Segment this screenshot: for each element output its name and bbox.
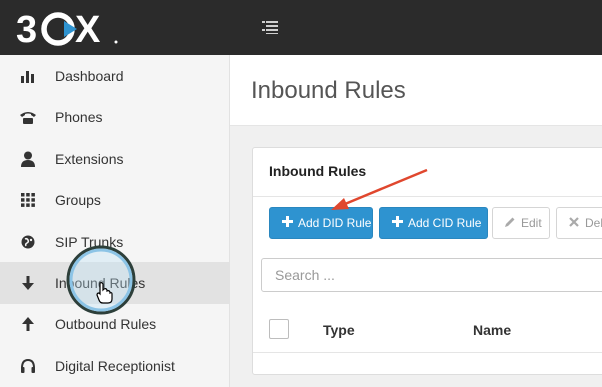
plus-icon	[280, 216, 294, 230]
delete-button[interactable]: Dele	[556, 207, 602, 239]
add-did-rule-button[interactable]: Add DID Rule	[269, 207, 373, 239]
sidebar-item-outbound-rules[interactable]: Outbound Rules	[0, 303, 229, 345]
search-input[interactable]	[261, 258, 602, 292]
sidebar-item-extensions[interactable]: Extensions	[0, 138, 229, 180]
menu-toggle-icon[interactable]	[262, 20, 278, 35]
button-label: Dele	[585, 216, 602, 230]
svg-text:X: X	[75, 9, 101, 51]
arrow-up-icon	[19, 316, 37, 332]
svg-text:3: 3	[16, 9, 36, 51]
phone-icon	[19, 109, 37, 125]
user-icon	[19, 151, 37, 167]
sidebar-item-label: Groups	[55, 192, 101, 208]
pencil-icon	[503, 216, 517, 231]
brand-logo[interactable]: 3 X	[14, 4, 124, 52]
add-cid-rule-button[interactable]: Add CID Rule	[379, 207, 488, 239]
sidebar-item-phones[interactable]: Phones	[0, 96, 229, 138]
sidebar-item-digital-receptionist[interactable]: Digital Receptionist	[0, 345, 229, 387]
panel-title: Inbound Rules	[269, 163, 367, 179]
sidebar: Dashboard Phones Extensions Groups SIP T…	[0, 55, 230, 387]
sidebar-item-label: Dashboard	[55, 68, 124, 84]
panel-divider	[253, 196, 602, 197]
edit-button[interactable]: Edit	[492, 207, 550, 239]
bar-chart-icon	[19, 68, 37, 84]
button-label: Add DID Rule	[298, 216, 372, 230]
column-header-name[interactable]: Name	[473, 322, 511, 338]
plus-icon	[390, 216, 404, 230]
top-bar: 3 X	[0, 0, 602, 55]
sidebar-item-label: SIP Trunks	[55, 234, 124, 250]
page-title: Inbound Rules	[251, 77, 406, 104]
sidebar-item-dashboard[interactable]: Dashboard	[0, 55, 229, 97]
sidebar-item-inbound-rules[interactable]: Inbound Rules	[0, 262, 229, 304]
column-header-type[interactable]: Type	[323, 322, 355, 338]
sidebar-item-sip-trunks[interactable]: SIP Trunks	[0, 221, 229, 263]
sidebar-item-groups[interactable]: Groups	[0, 179, 229, 221]
button-label: Edit	[521, 216, 542, 230]
sidebar-item-label: Outbound Rules	[55, 316, 157, 332]
sidebar-item-label: Inbound Rules	[55, 275, 146, 291]
globe-icon	[19, 234, 37, 250]
sidebar-item-label: Extensions	[55, 151, 124, 167]
sidebar-item-label: Digital Receptionist	[55, 358, 175, 374]
inbound-rules-panel: Inbound Rules Add DID Rule Add CID Rule …	[252, 147, 602, 375]
page-header: Inbound Rules	[230, 55, 602, 126]
table-header: Type Name	[253, 306, 602, 353]
sidebar-item-label: Phones	[55, 109, 103, 125]
main-content: Inbound Rules Inbound Rules Add DID Rule…	[230, 55, 602, 387]
arrow-down-icon	[19, 275, 37, 291]
grid-icon	[19, 192, 37, 208]
select-all-checkbox[interactable]	[269, 319, 289, 339]
button-label: Add CID Rule	[408, 216, 482, 230]
close-icon	[567, 216, 581, 230]
headset-icon	[19, 358, 37, 374]
